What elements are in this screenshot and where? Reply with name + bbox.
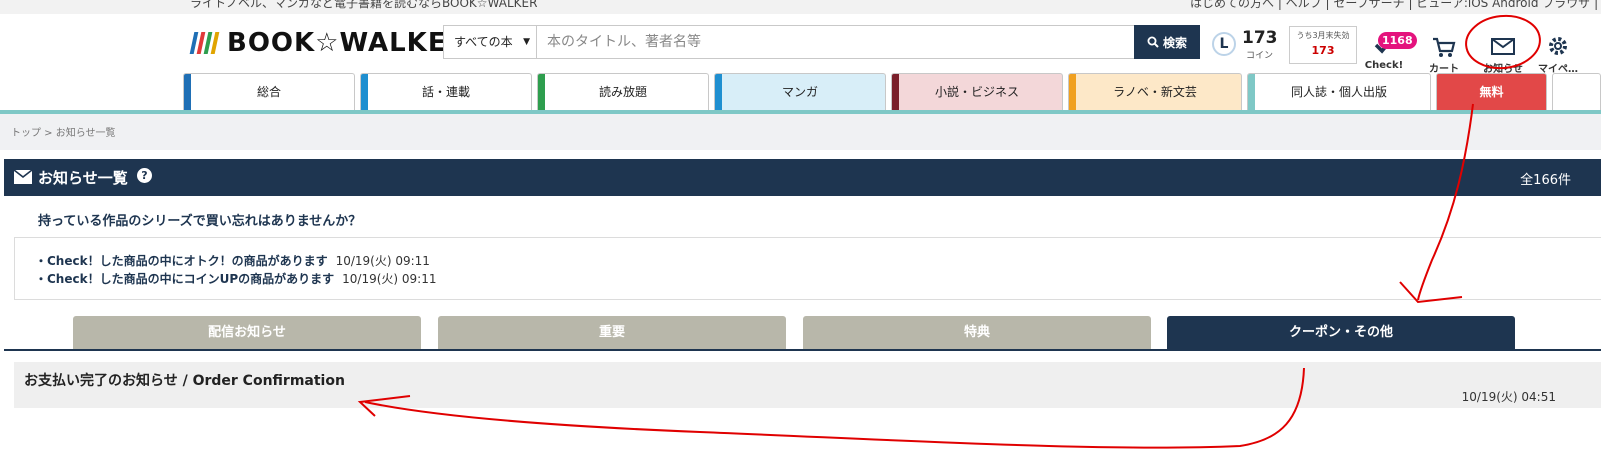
nav-stripe (1248, 74, 1255, 110)
search-input[interactable] (537, 26, 1133, 58)
notification-date: 10/19(火) 09:11 (342, 272, 437, 286)
search-icon (1147, 36, 1159, 48)
search-scope-select[interactable]: すべての本 ▼ (444, 26, 537, 58)
nav-tab-serial[interactable]: 話・連載 (360, 73, 532, 110)
site-tagline: ライトノベル、マンガなど電子書籍を読むならBOOK☆WALKER (190, 0, 538, 10)
nav-tab-label: ラノベ・新文芸 (1113, 85, 1197, 99)
nav-stripe (538, 74, 545, 110)
message-row[interactable]: お支払い完了のお知らせ / Order Confirmation 10/19(火… (14, 362, 1601, 408)
tab-delivery[interactable]: 配信お知らせ (73, 316, 421, 350)
tab-important[interactable]: 重要 (438, 316, 786, 350)
tab-bonus[interactable]: 特典 (803, 316, 1151, 350)
check-label: Check! (1364, 60, 1404, 71)
notification-link[interactable]: ・Check！した商品の中にコインUPの商品があります (35, 272, 334, 286)
nav-stripe (184, 74, 191, 110)
tab-coupon-other[interactable]: クーポン・その他 (1167, 316, 1515, 350)
list-item: ・Check！した商品の中にコインUPの商品があります 10/19(火) 09:1… (35, 270, 436, 287)
help-icon[interactable]: ? (137, 168, 152, 183)
nav-tab-unlimited[interactable]: 読み放題 (537, 73, 709, 110)
page-title: お知らせ一覧 (38, 169, 128, 187)
mail-icon (14, 170, 32, 184)
search-button[interactable]: 検索 (1134, 25, 1200, 59)
notice-button[interactable]: お知らせ (1481, 26, 1525, 75)
caret-down-icon: ▼ (523, 37, 530, 47)
nav-tab-label: 読み放題 (598, 85, 647, 99)
list-item: ・Check！した商品の中にオトク！の商品があります 10/19(火) 09:11 (35, 252, 430, 269)
cart-icon (1433, 37, 1456, 57)
notification-date: 10/19(火) 09:11 (335, 254, 430, 268)
top-links[interactable]: はじめての方へ | ヘルプ | セーブサーチ | ビューア:iOS Androi… (1190, 0, 1601, 11)
nav-tab-label: 同人誌・個人出版 (1290, 85, 1387, 99)
check-count-badge: 1168 (1378, 32, 1417, 49)
total-count: 全166件 (1520, 173, 1571, 188)
notification-link[interactable]: ・Check！した商品の中にオトク！の商品があります (35, 254, 328, 268)
series-suggestion-link[interactable]: 持っている作品のシリーズで買い忘れはありませんか？ (38, 210, 361, 229)
coin-amount: 173 (1242, 28, 1278, 48)
rank-icon: L (1212, 32, 1236, 56)
nav-tab-label: 小説・ビジネス (934, 85, 1019, 99)
search-scope-label: すべての本 (454, 35, 513, 49)
nav-stripe (892, 74, 899, 110)
nav-tab-free[interactable]: 無料 (1436, 73, 1547, 110)
search-bar: すべての本 ▼ 検索 (443, 25, 1200, 59)
nav-tab-doujin[interactable]: 同人誌・個人出版 (1247, 73, 1431, 110)
nav-stripe (361, 74, 368, 110)
category-nav: 総合 話・連載 読み放題 マンガ 小説・ビジネス ラノベ・新文芸 同人誌・個人出… (0, 72, 1601, 112)
nav-tab-manga[interactable]: マンガ (714, 73, 886, 110)
nav-stripe (1437, 74, 1444, 110)
message-date: 10/19(火) 04:51 (1461, 390, 1556, 404)
notice-list-header: お知らせ一覧 ? 全166件 (4, 159, 1601, 196)
nav-stripe (1069, 74, 1076, 110)
cart-button[interactable]: カート (1422, 26, 1466, 75)
breadcrumb[interactable]: トップ > お知らせ一覧 (11, 124, 116, 139)
site-logo[interactable]: BOOK☆WALKER (189, 28, 468, 58)
message-title[interactable]: お支払い完了のお知らせ / Order Confirmation (24, 370, 345, 390)
nav-tab-light-novel[interactable]: ラノベ・新文芸 (1068, 73, 1242, 110)
gear-icon (1549, 37, 1567, 55)
logo-bars (189, 32, 220, 54)
nav-tab-label: 無料 (1479, 85, 1504, 99)
nav-stripe (715, 74, 722, 110)
expiring-label: うち3月末失効 (1296, 31, 1350, 40)
mypage-button[interactable]: マイペ… (1536, 26, 1580, 75)
expiring-coins[interactable]: うち3月末失効 173 (1289, 26, 1357, 64)
nav-tab-all[interactable]: 総合 (183, 73, 355, 110)
breadcrumb-bar: トップ > お知らせ一覧 (0, 114, 1601, 150)
expiring-amount: 173 (1311, 44, 1335, 57)
check-notifications-box: ・Check！した商品の中にオトク！の商品があります 10/19(火) 09:11… (14, 237, 1601, 300)
tabs-underline (4, 349, 1601, 351)
notice-category-tabs: 配信お知らせ 重要 特典 クーポン・その他 (0, 316, 1601, 352)
top-strip: ライトノベル、マンガなど電子書籍を読むならBOOK☆WALKER はじめての方へ… (0, 0, 1601, 14)
logo-bar (210, 32, 220, 54)
logo-text: BOOK☆WALKER (227, 28, 468, 58)
nav-tab-label: マンガ (781, 85, 818, 99)
site-header: BOOK☆WALKER すべての本 ▼ 検索 L 173 コイン うち3月末失効… (0, 14, 1601, 75)
mail-icon (1491, 38, 1515, 55)
nav-tab-label: 話・連載 (421, 85, 470, 99)
coin-label: コイン (1246, 51, 1274, 61)
nav-tab-more[interactable] (1552, 73, 1601, 110)
nav-tab-novel-business[interactable]: 小説・ビジネス (891, 73, 1063, 110)
search-button-label: 検索 (1162, 35, 1187, 50)
nav-tab-label: 総合 (256, 85, 281, 99)
